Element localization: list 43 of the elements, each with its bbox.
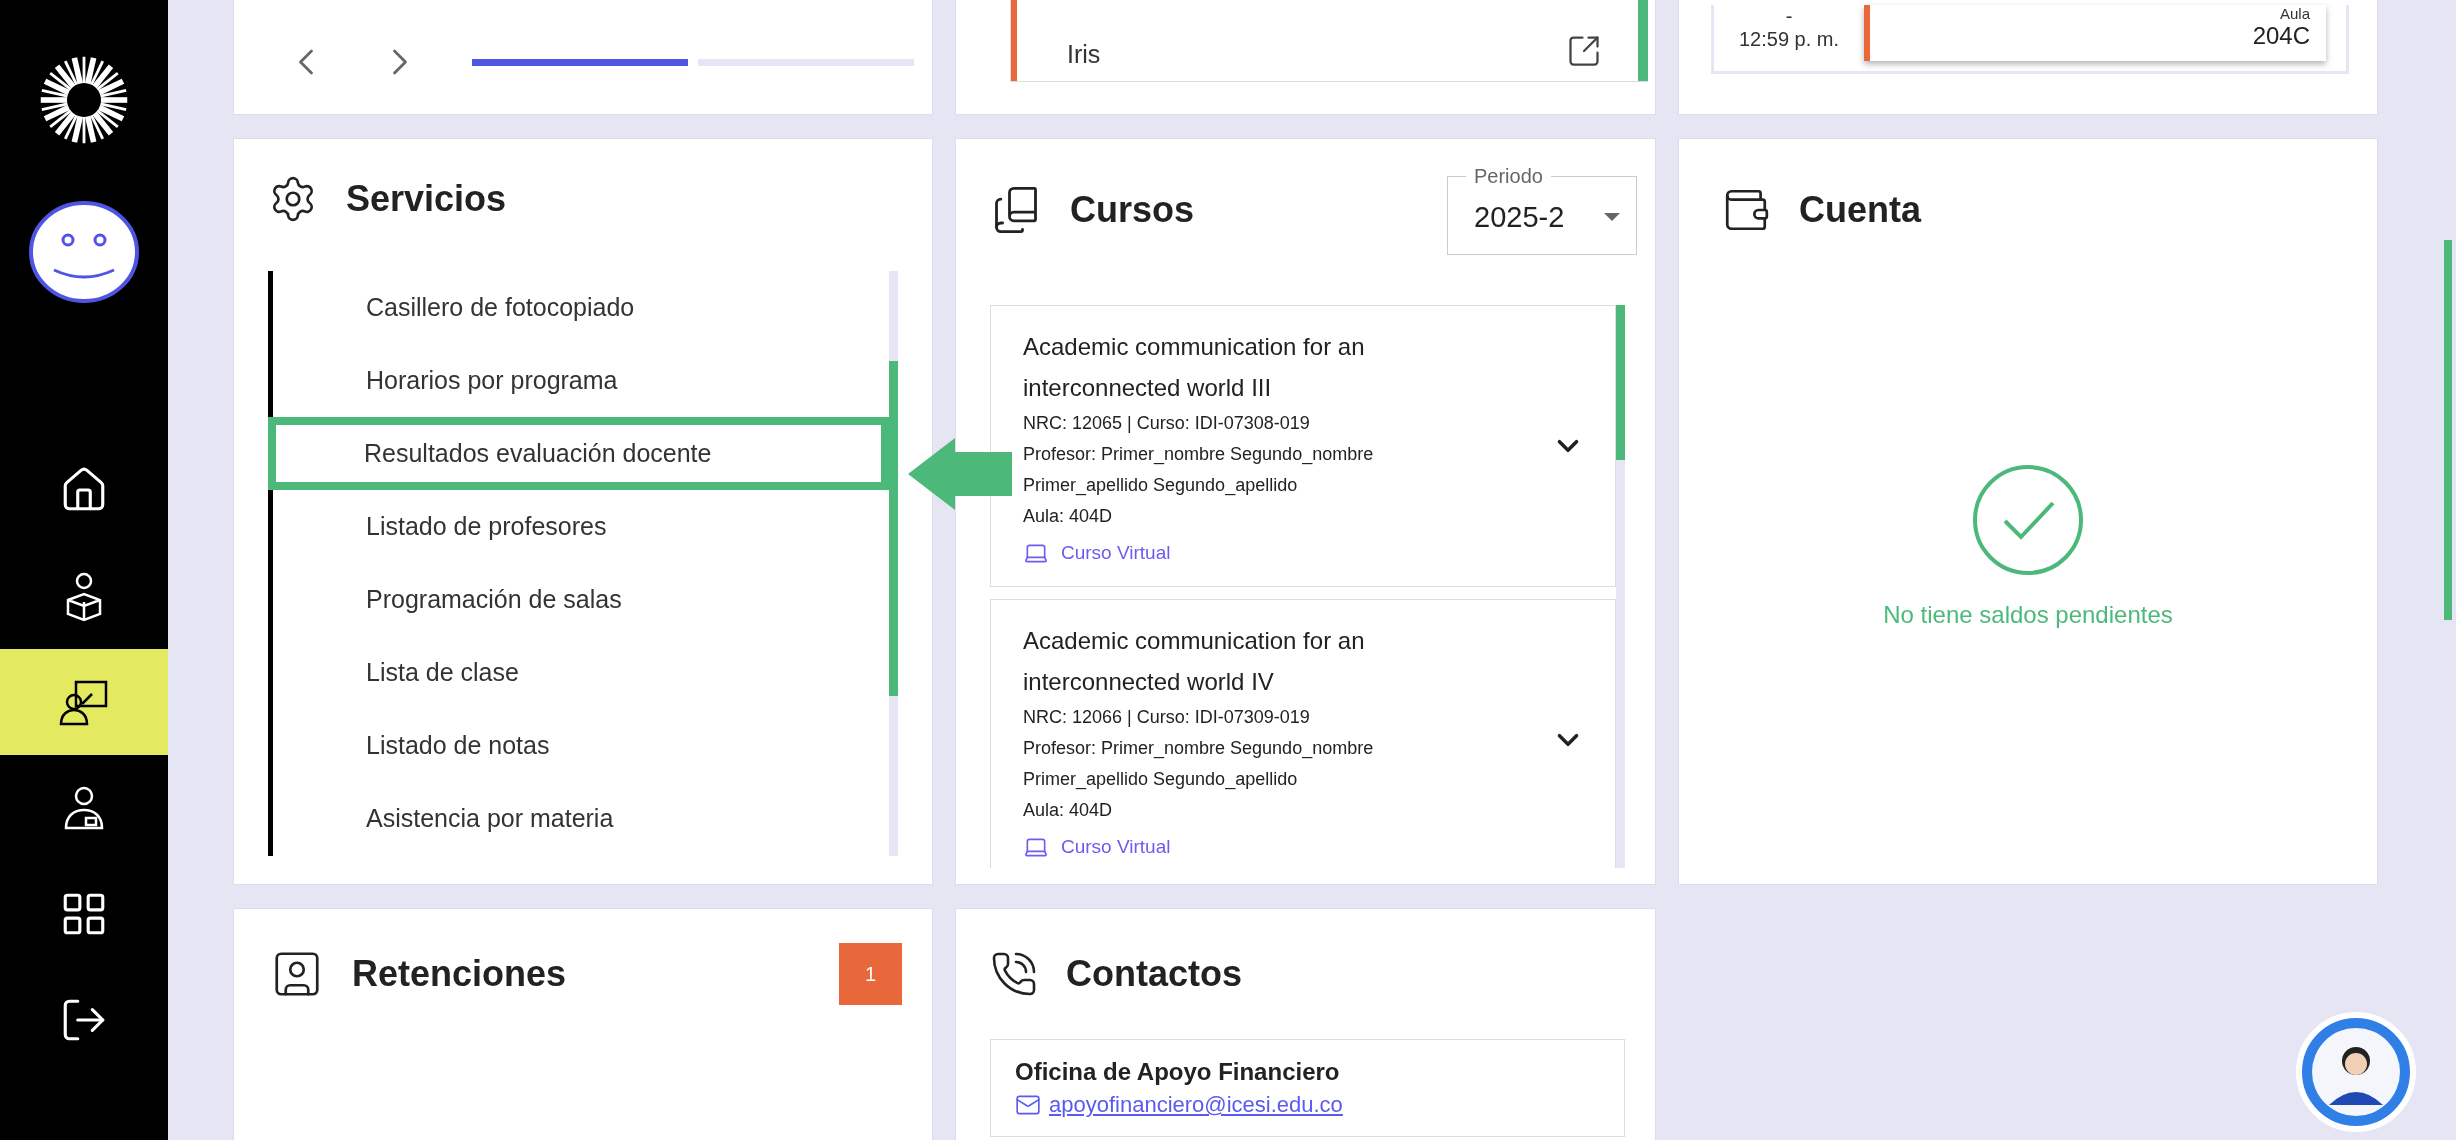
card-title: Retenciones	[352, 953, 567, 995]
scrollbar-thumb[interactable]	[1616, 305, 1625, 460]
period-select[interactable]: Periodo 2025-2	[1447, 165, 1637, 255]
nav-item[interactable]	[0, 649, 168, 755]
check-circle-icon	[1971, 463, 2085, 577]
service-link[interactable]: Lista de clase	[273, 636, 889, 709]
course-teacher: Profesor: Primer_nombre Segundo_nombre Primer_apellido Segundo_apellido	[1023, 737, 1375, 792]
course-room: Aula: 404D	[1023, 799, 1114, 822]
card-title: Cuenta	[1799, 189, 1921, 231]
service-link[interactable]: Casillero de fotocopiado	[273, 271, 889, 344]
time-separator: -	[1785, 5, 1793, 28]
caret-icon	[1604, 213, 1620, 221]
service-link[interactable]: Resultados evaluación docente	[268, 417, 889, 490]
page-indicator[interactable]	[472, 58, 688, 66]
external-link-icon	[1566, 33, 1602, 69]
email-link[interactable]: apoyofinanciero@icesi.edu.co	[1015, 1092, 1600, 1118]
course-code: NRC: 12066 | Curso: IDI-07309-019	[1023, 706, 1311, 729]
contact-name: Oficina de Apoyo Financiero	[1015, 1058, 1341, 1086]
phone-icon	[990, 950, 1038, 998]
course-code: NRC: 12065 | Curso: IDI-07308-019	[1023, 412, 1311, 435]
count-badge: 1	[839, 943, 902, 1005]
service-link[interactable]: Asistencia por materia	[273, 782, 889, 855]
card-title: Contactos	[1066, 953, 1242, 995]
service-link[interactable]: Horarios por programa	[273, 344, 889, 417]
card-title: Servicios	[346, 178, 507, 220]
event-room: 204C	[2252, 22, 2310, 50]
virtual-course-link[interactable]: Curso Virtual	[1023, 540, 1551, 566]
virtual-course-link[interactable]: Curso Virtual	[1023, 834, 1551, 860]
event-label: Aula	[2279, 5, 2310, 22]
course-title: Academic communication for an interconnected world III	[1023, 332, 1366, 403]
link-label: Iris	[1067, 40, 1101, 69]
account-status: No tiene saldos pendientes	[1883, 601, 2173, 629]
course-title: Academic communication for an interconnected world IV	[1023, 626, 1366, 697]
scrollbar-thumb[interactable]	[889, 361, 898, 696]
course-room: Aula: 404D	[1023, 505, 1114, 528]
service-link[interactable]: Listado de profesores	[273, 490, 889, 563]
card-title: Cursos	[1070, 189, 1195, 231]
course-teacher: Profesor: Primer_nombre Segundo_nombre Primer_apellido Segundo_apellido	[1023, 443, 1375, 498]
assistant-avatar-icon	[2311, 1027, 2401, 1117]
service-link[interactable]: Programación de salas	[273, 563, 889, 636]
end-time: 12:59 p. m.	[1738, 28, 1840, 51]
service-link[interactable]: Listado de notas	[273, 709, 889, 782]
smiley-avatar-icon[interactable]	[28, 200, 140, 304]
